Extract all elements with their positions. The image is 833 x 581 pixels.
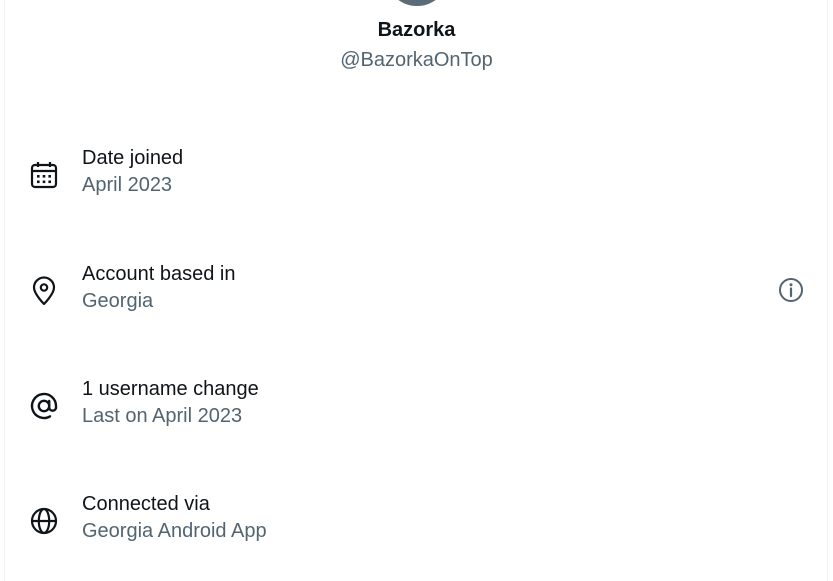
username-handle: @BazorkaOnTop — [340, 49, 493, 71]
connected-via-row: Connected via Georgia Android App — [0, 491, 833, 551]
calendar-icon — [28, 159, 60, 191]
account-based-in-label: Account based in — [82, 263, 236, 285]
username-change-row: 1 username change Last on April 2023 — [0, 376, 833, 436]
display-name: Bazorka — [377, 19, 456, 41]
date-joined-label: Date joined — [82, 147, 184, 169]
date-joined-row: Date joined April 2023 — [0, 145, 833, 205]
globe-icon — [28, 505, 60, 537]
connected-via-label: Connected via — [82, 493, 210, 515]
connected-via-value: Georgia Android App — [82, 520, 267, 542]
at-sign-icon — [28, 390, 60, 422]
location-pin-icon — [28, 275, 60, 307]
username-change-label: 1 username change — [82, 378, 259, 400]
account-based-in-value: Georgia — [82, 290, 154, 312]
account-based-in-row: Account based in Georgia — [0, 261, 833, 321]
date-joined-value: April 2023 — [82, 174, 173, 196]
info-icon[interactable] — [776, 275, 806, 305]
username-change-value: Last on April 2023 — [82, 405, 243, 427]
